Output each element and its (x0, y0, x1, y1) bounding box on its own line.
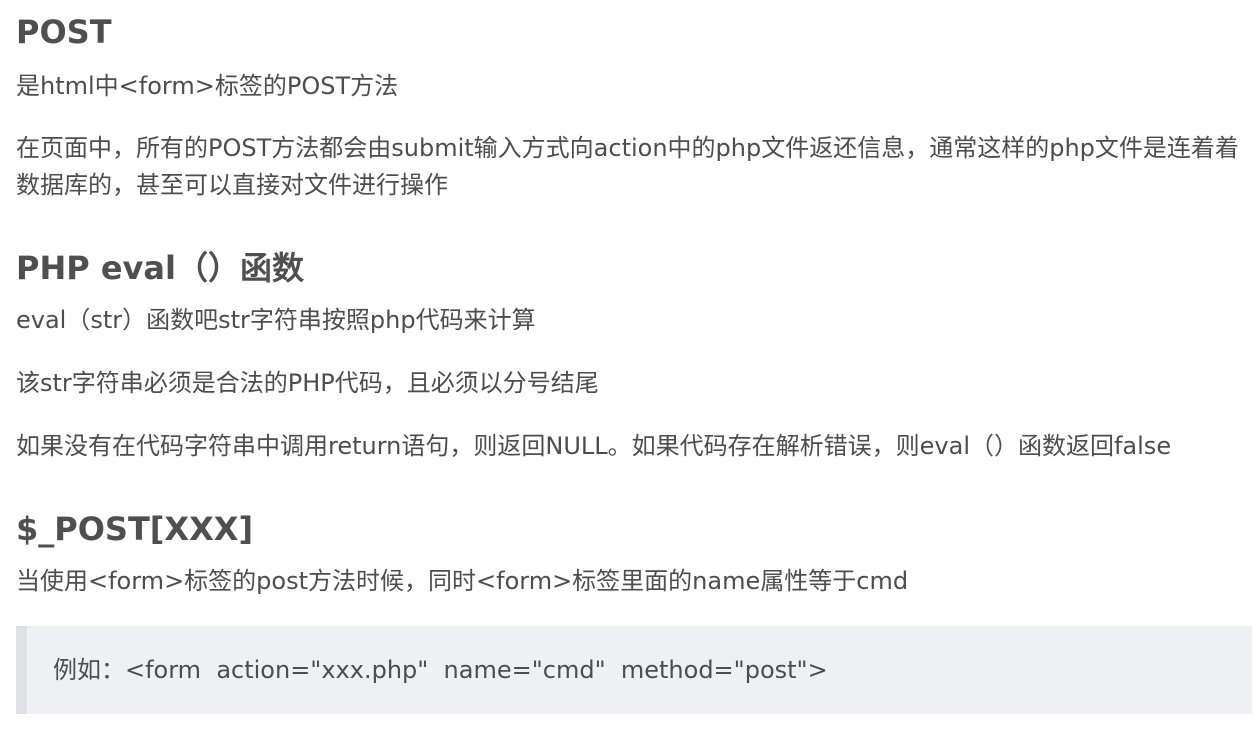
paragraph-eval-definition: eval（str）函数吧str字符串按照php代码来计算 (16, 306, 536, 334)
paragraph-eval-requirement: 该str字符串必须是合法的PHP代码，且必须以分号结尾 (16, 369, 599, 397)
paragraph-eval-return: 如果没有在代码字符串中调用return语句，则返回NULL。如果代码存在解析错误… (16, 432, 1172, 460)
paragraph-post-description: 在页面中，所有的POST方法都会由submit输入方式向action中的php文… (16, 134, 1239, 199)
paragraph-post-definition: 是html中<form>标签的POST方法 (16, 72, 399, 100)
heading-post-variable: $_POST[XXX] (16, 510, 254, 548)
blockquote-example-text: 例如：<form action="xxx.php" name="cmd" met… (53, 655, 828, 684)
blockquote-example: 例如：<form action="xxx.php" name="cmd" met… (16, 626, 1252, 714)
heading-post: POST (16, 13, 112, 51)
heading-php-eval: PHP eval（）函数 (16, 249, 304, 287)
paragraph-post-variable: 当使用<form>标签的post方法时候，同时<form>标签里面的name属性… (16, 567, 909, 595)
article-content: POST 是html中<form>标签的POST方法 在页面中，所有的POST方… (16, 0, 1252, 714)
